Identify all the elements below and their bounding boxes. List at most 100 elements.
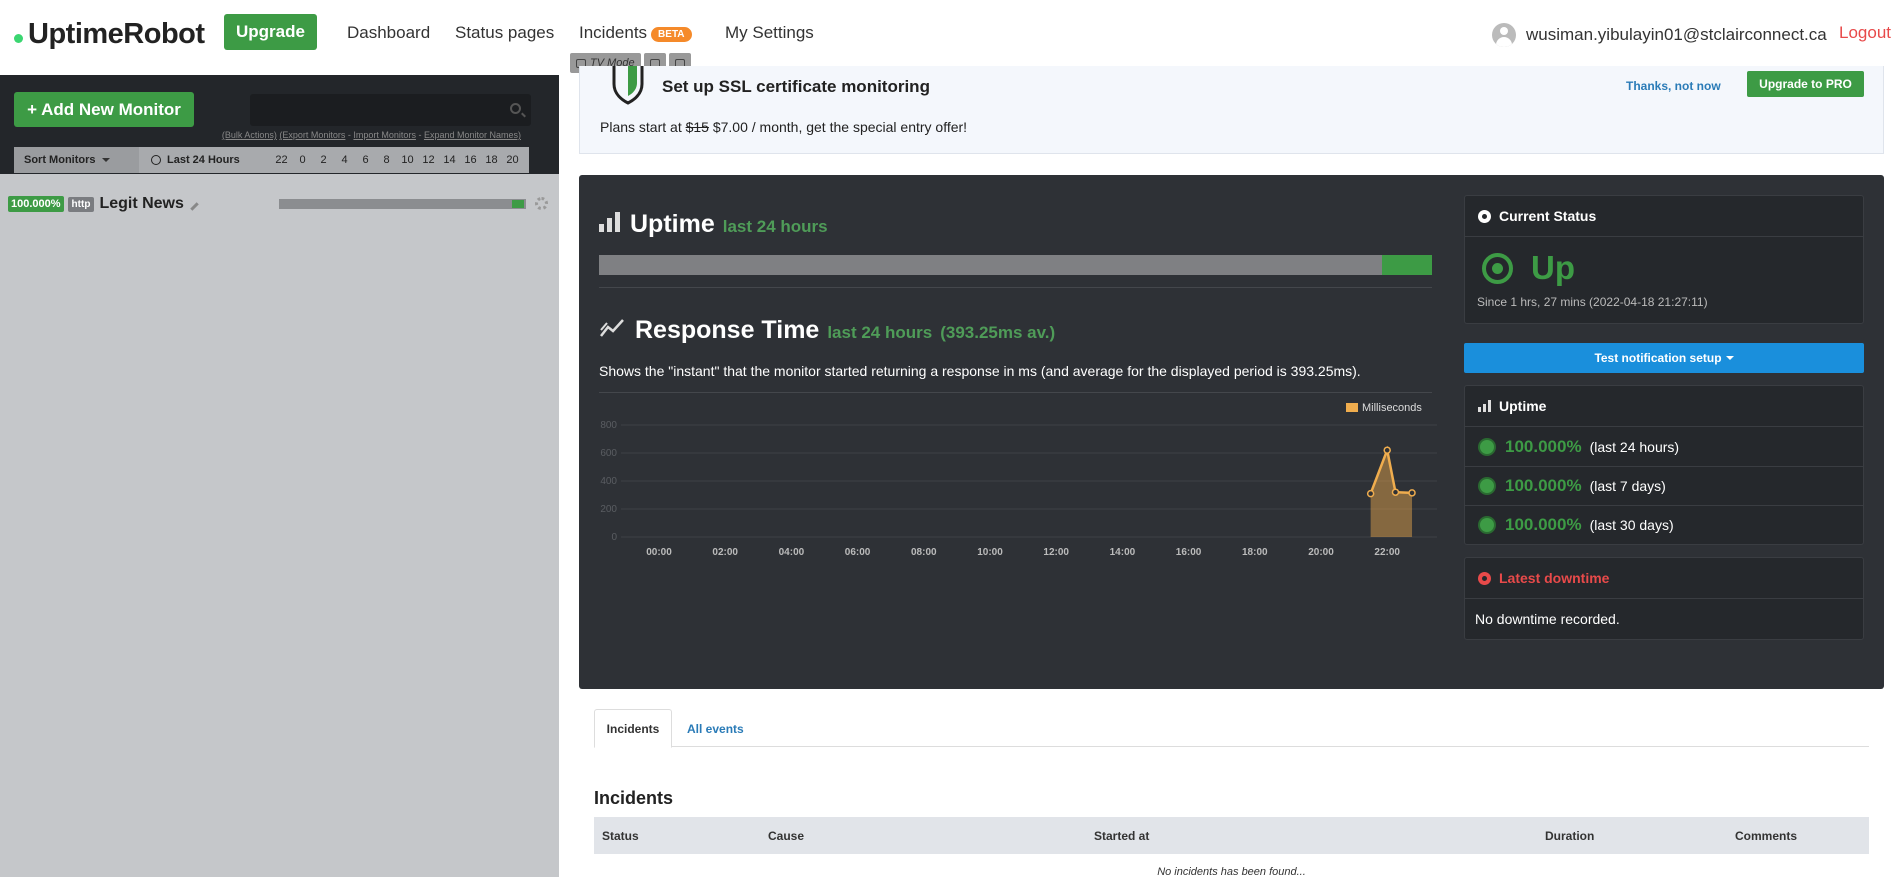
ssl-title: Set up SSL certificate monitoring (662, 77, 930, 96)
x-tick-label: 10:00 (977, 547, 1003, 558)
logo-dot-icon (14, 34, 23, 43)
divider (599, 392, 1432, 393)
line-chart-icon (600, 319, 624, 337)
hour-tick: 10 (401, 154, 414, 166)
user-menu[interactable]: wusiman.yibulayin01@stclairconnect.ca (1492, 23, 1827, 47)
test-notification-label: Test notification setup (1594, 351, 1722, 365)
range-selector[interactable]: Last 24 Hours (139, 154, 269, 166)
downtime-dot-icon (1478, 571, 1491, 585)
x-tick-label: 18:00 (1242, 547, 1268, 558)
add-new-monitor-button[interactable]: + Add New Monitor (14, 92, 194, 127)
nav-my-settings[interactable]: My Settings (725, 23, 814, 43)
column-header[interactable]: Comments (1735, 829, 1797, 843)
bulk-actions-link[interactable]: (Bulk Actions) (222, 130, 277, 140)
y-tick-label: 200 (600, 504, 617, 515)
logout-link[interactable]: Logout (1839, 23, 1891, 43)
hour-tick: 14 (443, 154, 456, 166)
user-email: wusiman.yibulayin01@stclairconnect.ca (1526, 25, 1827, 44)
uptime-row: 100.000% (last 24 hours) (1465, 427, 1863, 466)
tab-incidents[interactable]: Incidents (594, 709, 672, 748)
status-up-icon (1480, 439, 1494, 454)
ssl-offer: $7.00 / month, get the special entry off… (712, 119, 968, 135)
expand-names-link[interactable]: Expand Monitor Names) (424, 130, 521, 140)
data-point (1408, 489, 1416, 497)
response-time-description: Shows the "instant" that the monitor sta… (599, 363, 1361, 379)
column-header[interactable]: Status (602, 829, 639, 843)
status-up-icon (1480, 518, 1494, 532)
status-text: Up (1531, 249, 1575, 286)
x-tick-label: 06:00 (845, 547, 871, 558)
upgrade-button[interactable]: Upgrade (224, 14, 317, 50)
nav-dashboard[interactable]: Dashboard (347, 23, 430, 43)
export-monitors-link[interactable]: (Export Monitors (279, 130, 345, 140)
response-time-chart: 0 200 400 600 800 00:00 02:00 04:00 06:00 08:00 10… (600, 402, 1437, 558)
import-monitors-link[interactable]: Import Monitors (353, 130, 416, 140)
x-tick-label: 02:00 (712, 547, 738, 558)
ssl-plans-prefix: Plans start at (600, 119, 682, 135)
monitor-uptime-bar (279, 199, 526, 209)
hour-tick: 20 (506, 154, 519, 166)
nav-status-pages[interactable]: Status pages (455, 23, 554, 43)
x-tick-label: 16:00 (1176, 547, 1202, 558)
clock-icon (151, 155, 161, 165)
test-notification-button[interactable]: Test notification setup (1464, 343, 1864, 373)
uptime-card-title: Uptime (1499, 398, 1547, 414)
data-point (1383, 446, 1391, 454)
uptime-card-header: Uptime (1465, 386, 1863, 427)
latest-downtime-text: No downtime recorded. (1475, 611, 1620, 627)
tab-all-events[interactable]: All events (687, 709, 744, 748)
search-icon (510, 103, 521, 114)
response-time-title: Response Time (635, 316, 820, 344)
status-column: Current Status Up Since 1 hrs, 27 mins (… (1464, 195, 1864, 640)
status-up-icon (1482, 252, 1513, 284)
uptime-card: Uptime 100.000% (last 24 hours) 100.000%… (1464, 385, 1864, 545)
current-status-header: Current Status (1465, 196, 1863, 237)
monitor-row[interactable]: 100.000% http Legit News (8, 192, 553, 216)
ssl-old-price: $15 (685, 119, 709, 135)
uptime-title: Uptime (630, 210, 715, 238)
column-header[interactable]: Cause (768, 829, 804, 843)
status-up-icon (1480, 479, 1494, 493)
search-input[interactable] (250, 94, 531, 126)
current-status-title: Current Status (1499, 208, 1597, 224)
nav-incidents[interactable]: Incidents BETA (579, 23, 692, 43)
legend-label: Milliseconds (1362, 402, 1422, 414)
incidents-table-header: Status Cause Started at Duration Comment… (594, 817, 1869, 854)
gear-icon[interactable] (535, 197, 548, 210)
current-status-card: Current Status Up Since 1 hrs, 27 mins (… (1464, 195, 1864, 324)
status-since: Since 1 hrs, 27 mins (2022-04-18 21:27:1… (1477, 295, 1708, 309)
uptime-percent: 100.000% (1505, 476, 1582, 495)
monitor-name[interactable]: Legit News (99, 195, 183, 213)
uptime-percent: 100.000% (1505, 436, 1582, 456)
sort-monitors-label: Sort Monitors (24, 154, 96, 166)
shield-icon (612, 66, 644, 105)
upgrade-to-pro-button[interactable]: Upgrade to PRO (1747, 71, 1864, 97)
event-tabs: Incidents All events (594, 709, 1869, 748)
uptime-period: (last 24 hours) (1589, 438, 1680, 455)
status-dot-icon (1478, 209, 1491, 223)
dismiss-link[interactable]: Thanks, not now (1626, 79, 1721, 93)
response-time-period: last 24 hours (827, 323, 933, 342)
x-tick-label: 00:00 (646, 547, 672, 558)
logo[interactable]: UptimeRobot (14, 18, 205, 51)
uptime-heading: Uptime last 24 hours (599, 210, 828, 239)
y-tick-label: 0 (611, 532, 617, 543)
latest-downtime-header: Latest downtime (1465, 558, 1863, 599)
ssl-pricing: Plans start at $15 $7.00 / month, get th… (600, 119, 967, 135)
edit-icon[interactable] (190, 201, 199, 211)
hour-tick: 6 (362, 154, 369, 166)
uptime-rows: 100.000% (last 24 hours) 100.000% (last … (1465, 427, 1863, 544)
hour-tick: 12 (422, 154, 435, 166)
monitor-type-badge: http (67, 196, 95, 212)
latest-downtime-card: Latest downtime No downtime recorded. (1464, 557, 1864, 640)
sidebar: + Add New Monitor (Bulk Actions) (Export… (0, 75, 559, 877)
uptime-row: 100.000% (last 7 days) (1465, 466, 1863, 505)
data-point (1391, 488, 1400, 496)
uptime-row: 100.000% (last 30 days) (1465, 505, 1863, 544)
sort-monitors-dropdown[interactable]: Sort Monitors (14, 147, 139, 173)
uptime-period: (last 7 days) (1589, 478, 1666, 494)
response-time-avg: (393.25ms av.) (940, 323, 1056, 342)
column-header[interactable]: Duration (1545, 829, 1594, 843)
uptime-period: (last 30 days) (1589, 517, 1674, 533)
column-header[interactable]: Started at (1094, 829, 1149, 843)
